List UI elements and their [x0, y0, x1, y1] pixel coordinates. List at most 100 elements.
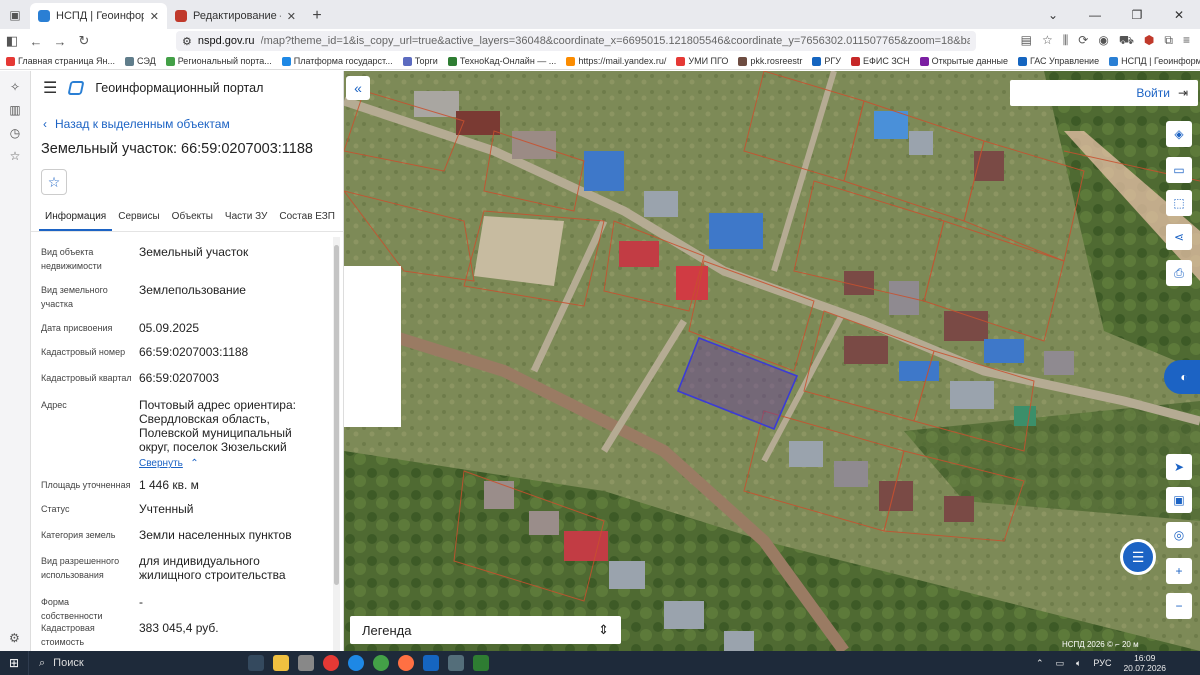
- object-info-panel: ☰ Геоинформационный портал ‹ Назад к выд…: [31, 71, 344, 651]
- bookmark-item[interactable]: Торги: [402, 56, 438, 66]
- bookmark-item[interactable]: УМИ ПГО: [676, 56, 728, 66]
- chevron-down-icon[interactable]: ⌄: [1032, 8, 1074, 22]
- forward-arrow-icon[interactable]: →: [48, 34, 72, 49]
- collapse-link[interactable]: Свернуть ⌃: [139, 455, 324, 471]
- tray-chevron-icon[interactable]: ⌃: [1036, 658, 1044, 669]
- bookmark-label: https://mail.yandex.ru/: [578, 56, 667, 66]
- bookmark-item[interactable]: Открытые данные: [919, 56, 1008, 66]
- settings-gear-icon[interactable]: ⚙: [9, 631, 20, 645]
- bookmark-item[interactable]: ГАС Управление: [1017, 56, 1099, 66]
- tab-services[interactable]: Сервисы: [112, 207, 165, 231]
- panel-scrollbar[interactable]: [333, 237, 340, 651]
- new-tab-plus-icon[interactable]: +: [304, 3, 330, 29]
- tab-objects[interactable]: Объекты: [166, 207, 219, 231]
- bookmark-item[interactable]: СЭД: [125, 56, 156, 66]
- sidebar-toggle-icon[interactable]: ◧: [0, 33, 24, 49]
- tabs-icon[interactable]: ▥: [0, 103, 30, 117]
- firefox-icon[interactable]: [398, 655, 414, 671]
- windows-start-icon[interactable]: ⊞: [0, 651, 28, 675]
- network-icon[interactable]: ▭: [1056, 658, 1065, 669]
- file-explorer-icon[interactable]: [273, 655, 289, 671]
- favorite-star-icon[interactable]: ☆: [41, 169, 67, 195]
- feedback-badge-icon[interactable]: ◐: [1164, 360, 1200, 394]
- back-arrow-icon[interactable]: ←: [24, 34, 48, 49]
- volume-icon[interactable]: 🔈︎: [1076, 658, 1081, 669]
- bookmark-star-icon[interactable]: ☆: [1042, 33, 1053, 49]
- app-icon[interactable]: [298, 655, 314, 671]
- bookmark-favicon-icon: [447, 56, 457, 66]
- layers-icon[interactable]: ◈: [1166, 121, 1192, 147]
- basemap-icon[interactable]: ▣: [1166, 487, 1192, 513]
- extensions-icon[interactable]: ⧉: [1164, 33, 1173, 49]
- collapse-panel-chevrons-icon[interactable]: «: [346, 76, 370, 100]
- share-icon[interactable]: ⋖: [1166, 224, 1192, 250]
- yandex-browser-icon[interactable]: [323, 655, 339, 671]
- satellite-map[interactable]: [344, 71, 1200, 651]
- bookmark-label: Торги: [414, 56, 438, 66]
- bookmark-favicon-icon: [812, 56, 822, 66]
- close-tab-icon[interactable]: ✕: [150, 10, 159, 23]
- taskbar-search[interactable]: ⌕ Поиск: [28, 651, 158, 675]
- legend-dropdown[interactable]: Легенда ⇕: [350, 616, 621, 644]
- bookmark-item[interactable]: Главная страница Ян...: [6, 56, 115, 66]
- chrome-icon[interactable]: [373, 655, 389, 671]
- bookmark-item[interactable]: НСПД | Геоинформац...: [1109, 56, 1200, 66]
- site-info-icon[interactable]: ⚙: [182, 35, 192, 48]
- app-window-icon[interactable]: [423, 655, 439, 671]
- shield-icon[interactable]: ⬢: [1144, 33, 1154, 49]
- bookmark-favicon-icon: [738, 56, 748, 66]
- photos-icon[interactable]: [448, 655, 464, 671]
- reader-icon[interactable]: ▤: [1021, 33, 1032, 49]
- ai-chat-icon[interactable]: ✧: [0, 80, 30, 94]
- scrollbar-thumb[interactable]: [334, 245, 339, 585]
- zoom-in-icon[interactable]: +: [1166, 558, 1192, 584]
- portal-title: Геоинформационный портал: [95, 81, 264, 95]
- close-tab-icon[interactable]: ✕: [287, 10, 296, 23]
- bookmark-item[interactable]: Платформа государст...: [281, 56, 393, 66]
- browser-tab-edit[interactable]: Редактирование — Информаци ✕: [167, 3, 304, 29]
- bookmark-item[interactable]: ЕФИС ЗСН: [851, 56, 910, 66]
- maximize-icon[interactable]: ❐: [1116, 8, 1158, 22]
- sync-icon[interactable]: ⟳: [1078, 33, 1088, 49]
- library-icon[interactable]: ⫼: [1063, 33, 1069, 49]
- account-icon[interactable]: ◉: [1098, 33, 1108, 49]
- collapse-label: Свернуть: [139, 458, 183, 469]
- bookmark-item[interactable]: Региональный порта...: [165, 56, 272, 66]
- login-button[interactable]: Войти ⇥: [1010, 80, 1198, 106]
- excel-icon[interactable]: [473, 655, 489, 671]
- bookmark-item[interactable]: pkk.rosreestr: [738, 56, 802, 66]
- zoom-out-icon[interactable]: −: [1166, 593, 1192, 619]
- bookmark-favicon-icon: [281, 56, 291, 66]
- bookmark-favicon-icon: [6, 56, 15, 66]
- tab-land-parts[interactable]: Части ЗУ: [219, 207, 273, 231]
- location-icon[interactable]: ◎: [1166, 522, 1192, 548]
- bookmark-item[interactable]: https://mail.yandex.ru/: [566, 56, 666, 66]
- ruler-icon[interactable]: ▭: [1166, 157, 1192, 183]
- tab-overview-icon[interactable]: ▣: [4, 4, 26, 26]
- clock[interactable]: 16:09 20.07.2026: [1123, 653, 1166, 673]
- menu-icon[interactable]: ≡: [1183, 33, 1190, 49]
- task-view-icon[interactable]: [248, 655, 264, 671]
- language-indicator[interactable]: РУС: [1093, 658, 1111, 668]
- navigate-arrow-icon[interactable]: ➤: [1166, 454, 1192, 480]
- close-window-icon[interactable]: ✕: [1158, 8, 1200, 22]
- address-bar[interactable]: ⚙ nspd.gov.ru/map?theme_id=1&is_copy_url…: [176, 31, 976, 51]
- print-icon[interactable]: ⎙: [1166, 260, 1192, 286]
- map-view[interactable]: « Войти ⇥ ◈ ▭ ⬚ ⋖ ⎙ ◐ ➤ ▣ ◎ ☰ + − Легенд…: [344, 71, 1200, 651]
- hamburger-menu-icon[interactable]: ☰: [43, 78, 57, 98]
- history-icon[interactable]: ◷: [0, 126, 30, 140]
- bookmark-item[interactable]: ТехноКад-Онлайн — ...: [447, 56, 556, 66]
- back-to-selected-link[interactable]: ‹ Назад к выделенным объектам: [43, 117, 343, 131]
- edge-icon[interactable]: [348, 655, 364, 671]
- tab-ezp-composition[interactable]: Состав ЕЗП: [273, 207, 341, 231]
- reload-icon[interactable]: ↻: [72, 33, 96, 49]
- select-area-icon[interactable]: ⬚: [1166, 190, 1192, 216]
- bookmarks-icon[interactable]: ☆: [0, 149, 30, 163]
- attr-value: для индивидуального жилищного строительс…: [139, 554, 286, 582]
- bookmark-item[interactable]: РГУ: [812, 56, 841, 66]
- tab-information[interactable]: Информация: [39, 207, 113, 231]
- cart-icon[interactable]: ⛟: [1119, 33, 1134, 49]
- browser-tab-nspd[interactable]: НСПД | Геоинформационный ✕: [30, 3, 167, 29]
- chat-bubble-icon[interactable]: ☰: [1120, 539, 1156, 575]
- minimize-icon[interactable]: —: [1074, 8, 1116, 22]
